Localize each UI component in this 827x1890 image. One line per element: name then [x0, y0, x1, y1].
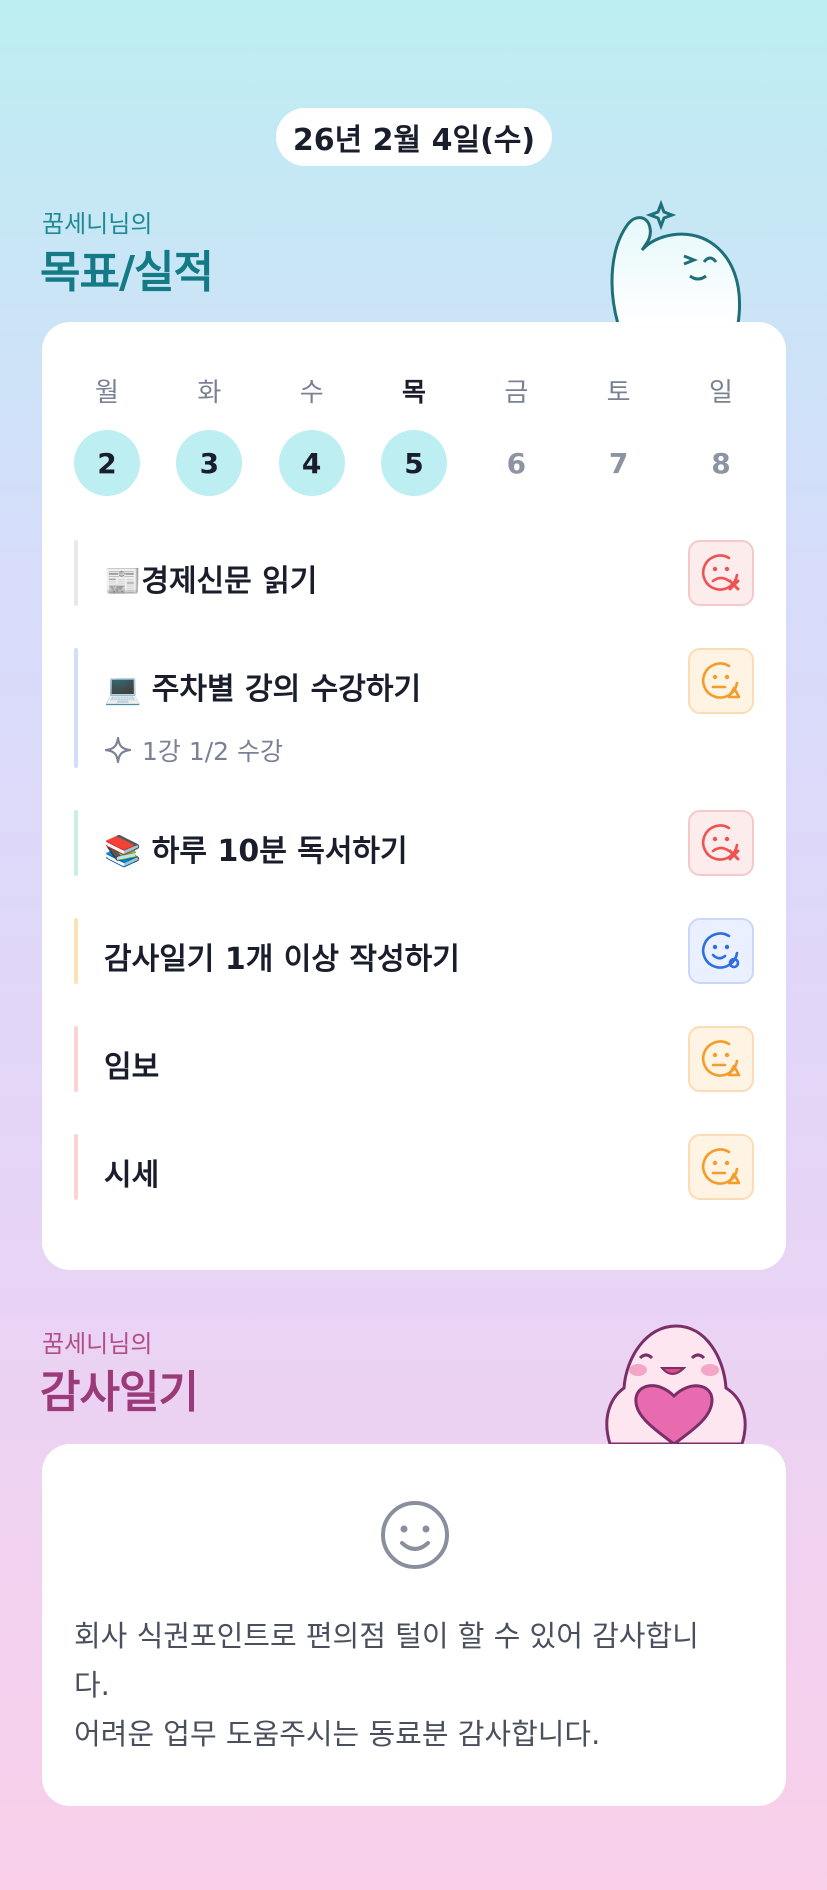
mascot-heart-hug-illustration [605, 1324, 747, 1444]
thanks-owner-label: 꿈세니님의 [42, 1330, 153, 1358]
thanks-card: 회사 식권포인트로 편의점 털이 할 수 있어 감사합니 다. 어려운 업무 도… [42, 1444, 786, 1806]
goal-row[interactable]: 임보 [74, 1026, 754, 1092]
weekday-label: 일 [709, 378, 733, 408]
goals-owner-label: 꿈세니님의 [42, 210, 153, 238]
weekday-label: 월 [95, 378, 119, 408]
thanks-line: 회사 식권포인트로 편의점 털이 할 수 있어 감사합니 [74, 1619, 699, 1653]
week-dates-row: 2345678 [74, 430, 754, 496]
week-date-4[interactable]: 4 [278, 430, 345, 496]
week-date-2[interactable]: 2 [74, 430, 140, 496]
thanks-line: 어려운 업무 도움주시는 동료분 감사합니다. [74, 1717, 601, 1751]
goal-progress-note: 1강 1/2 수강 [104, 732, 283, 768]
sparkle-icon [104, 736, 132, 764]
goal-row[interactable]: 📰경제신문 읽기 [74, 540, 754, 606]
goal-label: 감사일기 1개 이상 작성하기 [104, 942, 460, 977]
week-date-3[interactable]: 3 [176, 430, 243, 496]
date-pill[interactable]: 26년 2월 4일(수) [276, 108, 552, 166]
goal-label: 📰경제신문 읽기 [104, 564, 318, 599]
goal-color-bar [74, 540, 78, 606]
status-partial-icon[interactable] [688, 648, 754, 714]
weekday-label: 목 [402, 378, 426, 408]
weekday-label: 화 [197, 378, 222, 408]
goal-row[interactable]: 💻 주차별 강의 수강하기 1강 1/2 수강 [74, 648, 754, 768]
status-success-icon[interactable] [688, 918, 754, 984]
weekday-header-row: 월화수목금토일 [74, 372, 754, 409]
goal-label: 시세 [104, 1158, 160, 1193]
goal-progress-text: 1강 1/2 수강 [142, 737, 284, 766]
status-partial-icon[interactable] [688, 1026, 754, 1092]
goal-color-bar [74, 648, 78, 768]
goals-section-title: 목표/실적 [40, 247, 214, 298]
goals-card: 월 화 수 목 금 토 일 2345678 📰경제신문 읽기 💻 주차별 강의 수강하기 1강… [42, 322, 786, 1270]
goal-label: 📚 하루 10분 독서하기 [104, 834, 408, 869]
week-date-8[interactable]: 8 [688, 430, 754, 496]
goal-row[interactable]: 시세 [74, 1134, 754, 1200]
weekday-label: 금 [504, 378, 529, 408]
goal-row[interactable]: 감사일기 1개 이상 작성하기 [74, 918, 754, 984]
goal-color-bar [74, 810, 78, 876]
status-partial-icon[interactable] [688, 1134, 754, 1200]
mascot-thumbs-up-illustration [610, 199, 742, 324]
thanks-entry-text: 회사 식권포인트로 편의점 털이 할 수 있어 감사합니 다. 어려운 업무 도… [74, 1612, 764, 1759]
goal-color-bar [74, 1134, 78, 1200]
status-fail-icon[interactable] [688, 540, 754, 606]
weekday-label: 수 [299, 378, 324, 408]
week-date-5[interactable]: 5 [380, 430, 447, 496]
week-date-6[interactable]: 6 [483, 430, 549, 496]
weekday-label: 토 [606, 378, 631, 408]
smile-face-icon [381, 1501, 449, 1569]
thanks-section-title: 감사일기 [40, 1367, 199, 1418]
goal-row[interactable]: 📚 하루 10분 독서하기 [74, 810, 754, 876]
goal-color-bar [74, 1026, 78, 1092]
goal-label: 임보 [104, 1050, 160, 1085]
status-fail-icon[interactable] [688, 810, 754, 876]
week-date-7[interactable]: 7 [586, 430, 652, 496]
thanks-line: 다. [74, 1668, 110, 1702]
goal-label: 💻 주차별 강의 수강하기 [104, 672, 422, 707]
goal-color-bar [74, 918, 78, 984]
